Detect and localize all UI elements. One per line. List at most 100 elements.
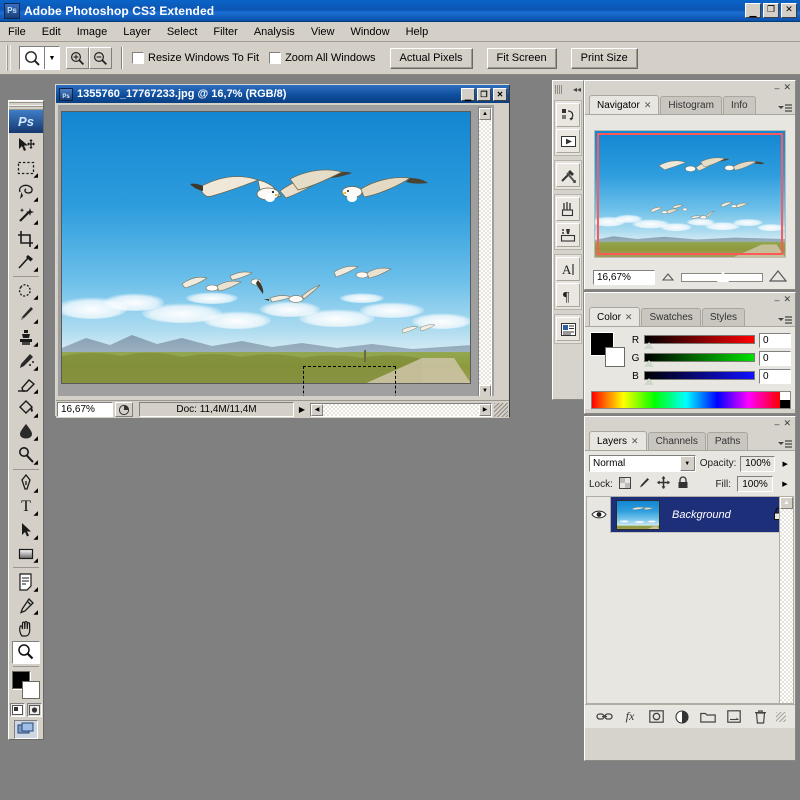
resize-windows-to-fit-checkbox-row[interactable]: Resize Windows To Fit [132, 52, 259, 64]
navigator-zoom-slider-knob[interactable] [717, 270, 730, 282]
green-value-field[interactable]: 0 [759, 351, 791, 366]
color-panel-menu-icon[interactable] [777, 314, 793, 326]
document-maximize-button[interactable]: ❐ [477, 87, 491, 101]
fit-screen-button[interactable]: Fit Screen [486, 47, 557, 69]
standard-mode-button[interactable] [10, 702, 25, 717]
layer-style-fx-icon[interactable]: fx [620, 708, 640, 726]
green-slider-thumb[interactable] [644, 360, 654, 367]
scroll-left-button[interactable]: ◀ [311, 403, 323, 416]
opacity-stepper-icon[interactable]: ▶ [779, 456, 791, 472]
tool-move[interactable] [12, 133, 40, 156]
panel-close-icon[interactable]: ✕ [783, 82, 791, 93]
zoom-out-mountain-icon[interactable] [661, 271, 675, 285]
scroll-up-button[interactable]: ▲ [479, 108, 491, 120]
panel-minimize-icon[interactable]: – [774, 295, 779, 305]
layers-panel-menu-icon[interactable] [777, 438, 793, 450]
panel-minimize-icon[interactable]: – [774, 419, 779, 429]
tool-presets-panel-button[interactable] [556, 163, 580, 187]
zoom-in-mountain-icon[interactable] [768, 270, 788, 285]
red-slider-thumb[interactable] [644, 342, 654, 349]
tool-notes[interactable]: ◢ [12, 570, 40, 593]
document-zoom-field[interactable]: 16,67% [57, 402, 113, 417]
canvas-vertical-scrollbar[interactable]: ▲ ▼ [478, 107, 492, 396]
tool-paint-bucket[interactable]: ◢ [12, 396, 40, 419]
tool-history-brush[interactable]: ◢ [12, 349, 40, 372]
menu-help[interactable]: Help [398, 24, 437, 40]
layers-list[interactable]: Background ▲ [586, 496, 794, 704]
active-tool-preview[interactable]: ▼ [19, 46, 60, 70]
blend-mode-select[interactable]: Normal ▼ [589, 455, 696, 472]
navigator-zoom-field[interactable]: 16,67% [593, 270, 655, 285]
print-size-button[interactable]: Print Size [570, 47, 638, 69]
tool-eraser[interactable]: ◢ [12, 373, 40, 396]
zoom-in-button[interactable] [66, 47, 89, 69]
delete-layer-icon[interactable] [750, 708, 770, 726]
minimize-button[interactable]: ▁ [745, 3, 761, 18]
tool-path-selection[interactable]: ◢ [12, 518, 40, 541]
tab-channels[interactable]: Channels [647, 432, 706, 450]
tool-rectangle-shape[interactable]: ◢ [12, 542, 40, 565]
zoom-all-windows-checkbox[interactable] [269, 52, 282, 64]
color-panel-background-swatch[interactable] [605, 347, 625, 367]
brushes-panel-button[interactable] [556, 197, 580, 221]
new-layer-icon[interactable] [724, 708, 744, 726]
tab-navigator-close-icon[interactable]: ✕ [644, 100, 652, 111]
color-panel-swatches[interactable] [590, 332, 625, 367]
tool-clone-stamp[interactable]: ◢ [12, 326, 40, 349]
document-info[interactable]: Doc: 11,4M/11,4M [139, 402, 294, 417]
menu-image[interactable]: Image [69, 24, 116, 40]
canvas-area[interactable]: ▲ ▼ [58, 105, 494, 396]
document-image[interactable] [61, 111, 471, 384]
tool-dodge[interactable]: ◢ [12, 443, 40, 466]
red-value-field[interactable]: 0 [759, 333, 791, 348]
panel-close-icon[interactable]: ✕ [783, 294, 791, 305]
resize-windows-to-fit-checkbox[interactable] [132, 52, 144, 64]
layer-comps-panel-button[interactable] [556, 317, 580, 341]
tool-preset-chevron-down-icon[interactable]: ▼ [45, 47, 59, 69]
clone-source-panel-button[interactable] [556, 223, 580, 247]
tool-brush[interactable]: ◢ [12, 302, 40, 325]
red-slider[interactable] [644, 335, 755, 349]
tab-color[interactable]: Color ✕ [589, 307, 641, 326]
layer-name[interactable]: Background [672, 509, 731, 521]
tool-slice[interactable]: ◢ [12, 251, 40, 274]
tab-styles[interactable]: Styles [701, 308, 746, 326]
tab-info[interactable]: Info [722, 96, 756, 114]
add-layer-mask-icon[interactable] [646, 708, 666, 726]
lock-image-pixels-icon[interactable] [638, 477, 650, 492]
menu-edit[interactable]: Edit [34, 24, 69, 40]
document-title-bar[interactable]: Ps 1355760_17767233.jpg @ 16,7% (RGB/8) … [56, 85, 509, 103]
blue-slider[interactable] [644, 371, 755, 385]
panel-resize-grip[interactable] [776, 711, 786, 722]
close-button[interactable]: ✕ [781, 3, 797, 18]
toolbox-grip[interactable] [9, 101, 43, 110]
history-panel-button[interactable] [556, 103, 580, 127]
tab-layers[interactable]: Layers ✕ [589, 431, 647, 450]
tool-crop[interactable]: ◢ [12, 227, 40, 250]
link-layers-icon[interactable] [594, 708, 614, 726]
actions-panel-button[interactable] [556, 129, 580, 153]
new-adjustment-layer-icon[interactable] [672, 708, 692, 726]
navigator-panel-menu-icon[interactable] [777, 102, 793, 114]
opacity-field[interactable]: 100% [740, 455, 776, 472]
document-preview-button[interactable] [115, 402, 133, 417]
navigator-view-box[interactable] [597, 133, 783, 255]
menu-select[interactable]: Select [159, 24, 206, 40]
table-row[interactable]: Background ▲ [587, 497, 793, 703]
navigator-thumbnail-area[interactable] [589, 119, 791, 269]
options-bar-grip[interactable] [6, 45, 11, 71]
layers-scroll-up-button[interactable]: ▲ [780, 497, 793, 509]
tab-swatches[interactable]: Swatches [641, 308, 701, 326]
tab-color-close-icon[interactable]: ✕ [625, 312, 633, 323]
tool-healing-brush[interactable]: ◢ [12, 279, 40, 302]
expand-panels-icon[interactable]: ◂◂ [573, 85, 581, 94]
tab-paths[interactable]: Paths [706, 432, 749, 450]
document-close-button[interactable]: ✕ [493, 87, 507, 101]
lock-position-icon[interactable] [656, 476, 670, 492]
menu-window[interactable]: Window [342, 24, 397, 40]
lock-transparent-pixels-icon[interactable] [618, 476, 631, 492]
canvas-horizontal-scrollbar[interactable]: ◀ ▶ [310, 402, 492, 417]
tool-zoom[interactable] [12, 640, 40, 665]
menu-view[interactable]: View [303, 24, 343, 40]
blend-mode-chevron-down-icon[interactable]: ▼ [679, 456, 695, 471]
